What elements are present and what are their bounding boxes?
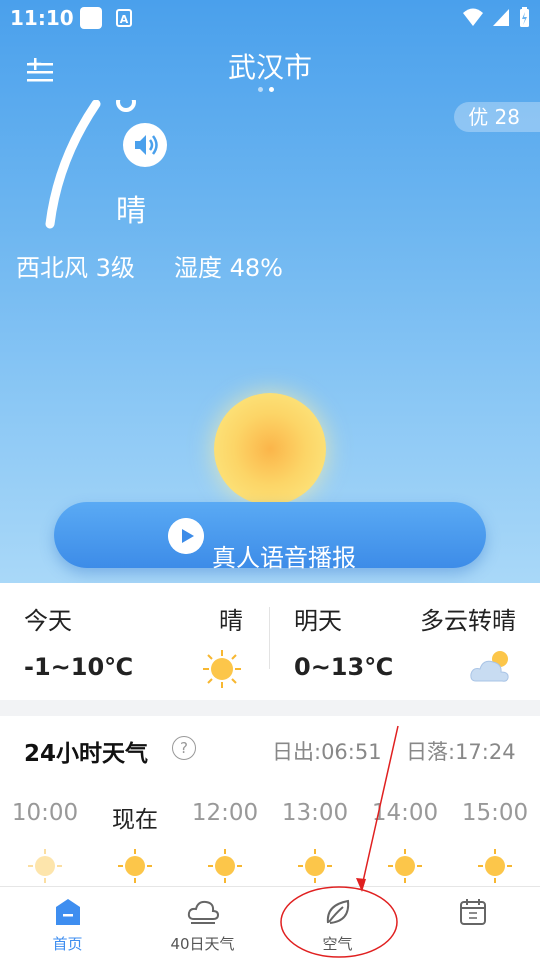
tab-label: 首页 <box>52 935 83 953</box>
hourly-title: 24小时天气 <box>24 741 149 767</box>
sun-illustration <box>214 393 326 505</box>
voice-broadcast-button[interactable]: 真人语音播报 <box>54 502 486 572</box>
help-icon[interactable]: ? <box>172 736 196 760</box>
status-indicators <box>462 6 530 28</box>
tab-calendar[interactable] <box>405 887 540 961</box>
sun-icon <box>298 849 332 883</box>
cloud-icon <box>187 900 219 924</box>
wifi-icon <box>463 8 483 26</box>
hour-label: 13:00 <box>281 800 349 826</box>
speaker-icon[interactable] <box>122 122 168 168</box>
battery-icon <box>520 7 529 27</box>
tab-air[interactable]: 空气 <box>270 887 405 961</box>
hour-label-now: 现在 <box>112 807 158 833</box>
status-time: 11:10 <box>10 6 74 30</box>
sunset-time: 日落:17:24 <box>406 740 516 764</box>
status-bar: 11:10 A <box>0 0 540 36</box>
tab-label: 空气 <box>322 935 353 953</box>
page-dot <box>258 87 263 92</box>
forecast-temp: -1~10℃ <box>24 653 134 681</box>
forecast-condition: 晴 <box>219 607 243 635</box>
play-icon <box>168 518 204 554</box>
forecast-tomorrow[interactable]: 明天 多云转晴 0~13℃ <box>270 583 540 700</box>
sun-icon <box>203 650 241 688</box>
forecast-day-label: 明天 <box>294 607 342 635</box>
home-icon <box>56 899 80 925</box>
city-title[interactable]: 武汉市 <box>0 46 540 86</box>
hour-label: 10:00 <box>11 800 79 826</box>
voice-broadcast-label: 真人语音播报 <box>212 544 356 572</box>
sun-icon <box>28 849 62 883</box>
sun-icon <box>118 849 152 883</box>
tab-home[interactable]: 首页 <box>0 887 135 961</box>
wind-info: 西北风 3级 <box>16 254 135 282</box>
sun-icon <box>388 849 422 883</box>
notification-icon <box>80 7 102 29</box>
forecast-condition: 多云转晴 <box>420 607 516 635</box>
cloud-sun-icon <box>470 651 509 682</box>
page-indicator <box>258 87 274 92</box>
sunrise-time: 日出:06:51 <box>272 740 382 764</box>
page-dot-active <box>269 87 274 92</box>
bottom-tab-bar: 首页 40日天气 空气 <box>0 886 540 961</box>
two-day-forecast: 今天 晴 -1~10℃ 明天 多云转晴 0~13℃ <box>0 583 540 700</box>
hour-label: 15:00 <box>461 800 529 826</box>
humidity-info: 湿度 48% <box>174 254 283 282</box>
sun-icon <box>478 849 512 883</box>
current-condition: 晴 <box>116 194 146 229</box>
hourly-forecast: 24小时天气 ? 日出:06:51 日落:17:24 10:00 现在 12:0… <box>0 716 540 886</box>
tab-40-day[interactable]: 40日天气 <box>135 887 270 961</box>
tab-label: 40日天气 <box>170 935 235 953</box>
forecast-day-label: 今天 <box>24 607 72 635</box>
sun-icon <box>208 849 242 883</box>
forecast-temp: 0~13℃ <box>294 653 394 681</box>
leaf-icon <box>326 899 350 924</box>
hour-label: 12:00 <box>191 800 259 826</box>
hour-label: 14:00 <box>371 800 439 826</box>
sim-card-icon: A <box>116 9 132 27</box>
calendar-icon <box>460 899 486 925</box>
aqi-badge[interactable]: 优 28 <box>454 102 540 132</box>
signal-icon <box>493 9 509 26</box>
weather-hero: 11:10 A 武汉市 优 28 晴 西北风 3级 湿度 48% 真人语音播报 <box>0 0 540 583</box>
forecast-today[interactable]: 今天 晴 -1~10℃ <box>0 583 269 700</box>
